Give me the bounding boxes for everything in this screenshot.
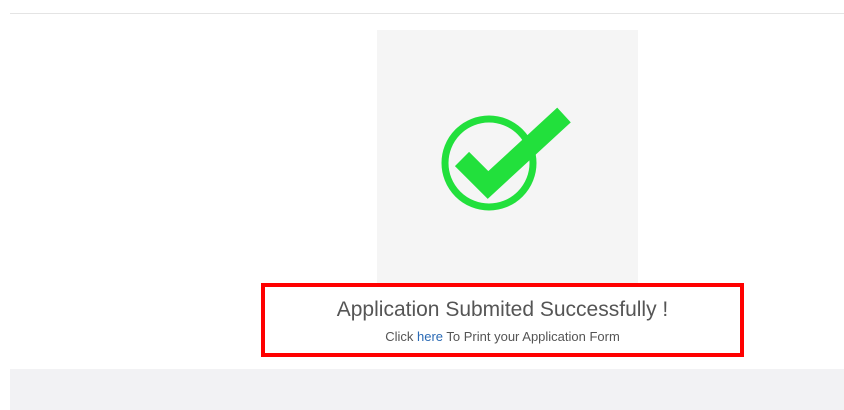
print-instruction-prefix: Click [385,329,414,344]
check-circle-icon [441,107,571,211]
success-title: Application Submited Successfully ! [336,298,669,321]
footer-band [10,369,844,410]
print-instruction: Click here To Print your Application For… [265,329,740,345]
print-form-link[interactable]: here [417,329,443,344]
page: Application Submited Successfully ! Clic… [0,0,844,410]
success-message-box: Application Submited Successfully ! Clic… [261,283,744,357]
top-divider [10,13,844,14]
print-instruction-suffix: To Print your Application Form [446,329,620,344]
